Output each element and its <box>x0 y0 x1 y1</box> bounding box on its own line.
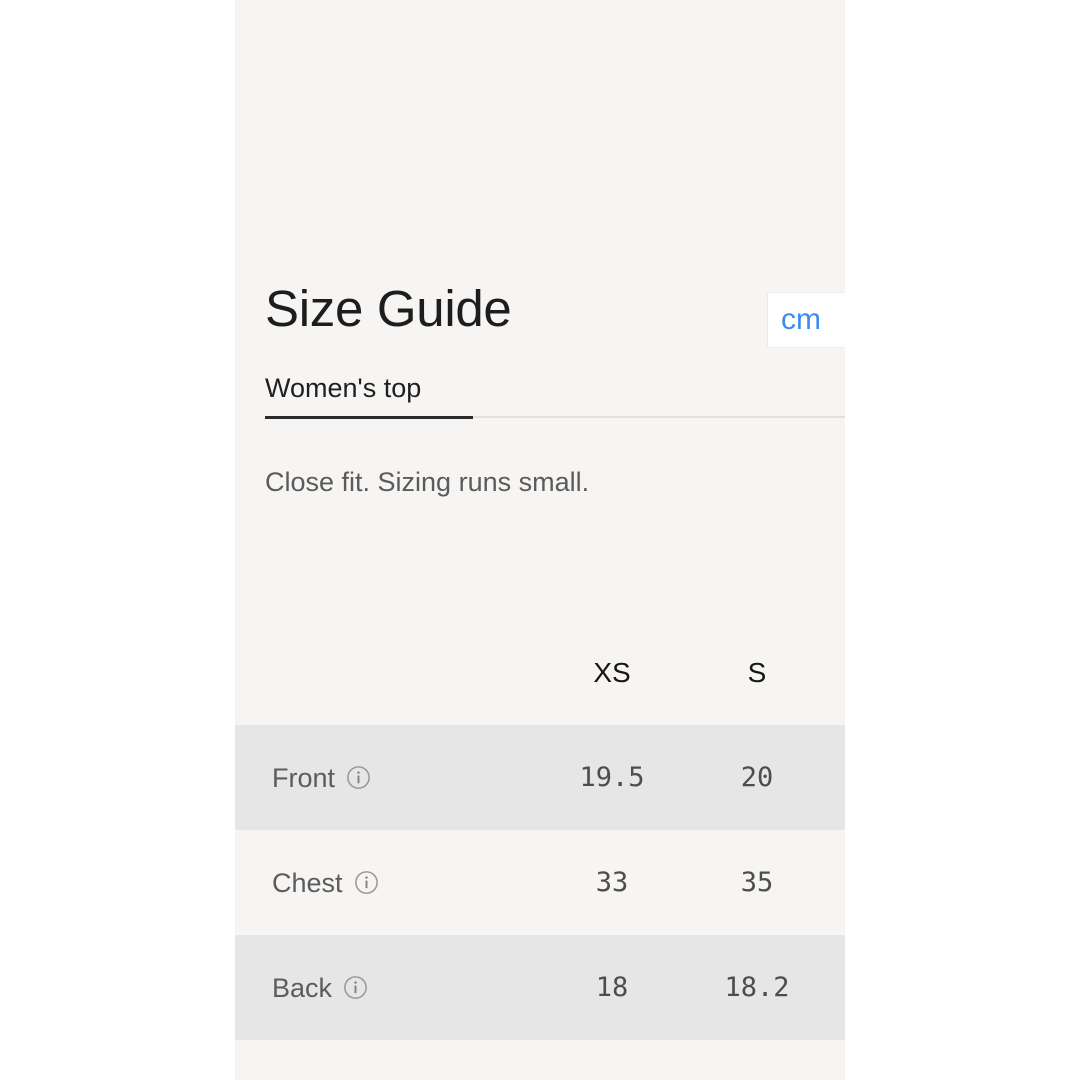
size-guide-panel: Size Guide cm Women's top Close fit. Siz… <box>235 0 845 1080</box>
tab-womens-top[interactable]: Women's top <box>265 372 473 419</box>
tab-bar: Women's top <box>235 372 845 420</box>
cell-chest-s: 35 <box>740 866 774 898</box>
tab-label: Women's top <box>265 373 422 403</box>
row-label-front: Front <box>272 763 371 793</box>
row-label-chest: Chest <box>272 868 379 898</box>
table-row: Front 19.5 20 20 <box>235 725 845 830</box>
cell-back-xs: 18 <box>595 971 629 1003</box>
unit-toggle-label: cm <box>781 303 821 336</box>
cell-back-s: 18.2 <box>724 971 790 1003</box>
column-header-xs: XS <box>593 656 631 688</box>
tab-active-indicator <box>265 416 473 419</box>
table-row-partial <box>235 1040 845 1080</box>
cell-chest-xs: 33 <box>595 866 629 898</box>
table-row: Back 18 18.2 18.5 <box>235 935 845 1040</box>
unit-toggle-cm[interactable]: cm <box>767 292 845 348</box>
fit-description: Close fit. Sizing runs small. <box>265 467 590 497</box>
row-label-text: Front <box>272 762 336 793</box>
page-title: Size Guide <box>265 280 512 337</box>
cell-front-xs: 19.5 <box>579 761 645 793</box>
info-icon[interactable] <box>343 975 368 1000</box>
row-label-back: Back <box>272 973 368 1003</box>
column-header-s: S <box>747 656 767 688</box>
row-label-text: Chest <box>272 867 343 898</box>
size-table: XS S M Front 19.5 20 20 Chest <box>235 620 845 1080</box>
info-icon[interactable] <box>354 870 379 895</box>
size-guide-header: Size Guide cm <box>235 278 845 354</box>
table-row: Chest 33 35 37 <box>235 830 845 935</box>
table-header-row: XS S M <box>235 620 845 725</box>
cell-front-s: 20 <box>740 761 774 793</box>
row-label-text: Back <box>272 972 333 1003</box>
info-icon[interactable] <box>346 765 371 790</box>
